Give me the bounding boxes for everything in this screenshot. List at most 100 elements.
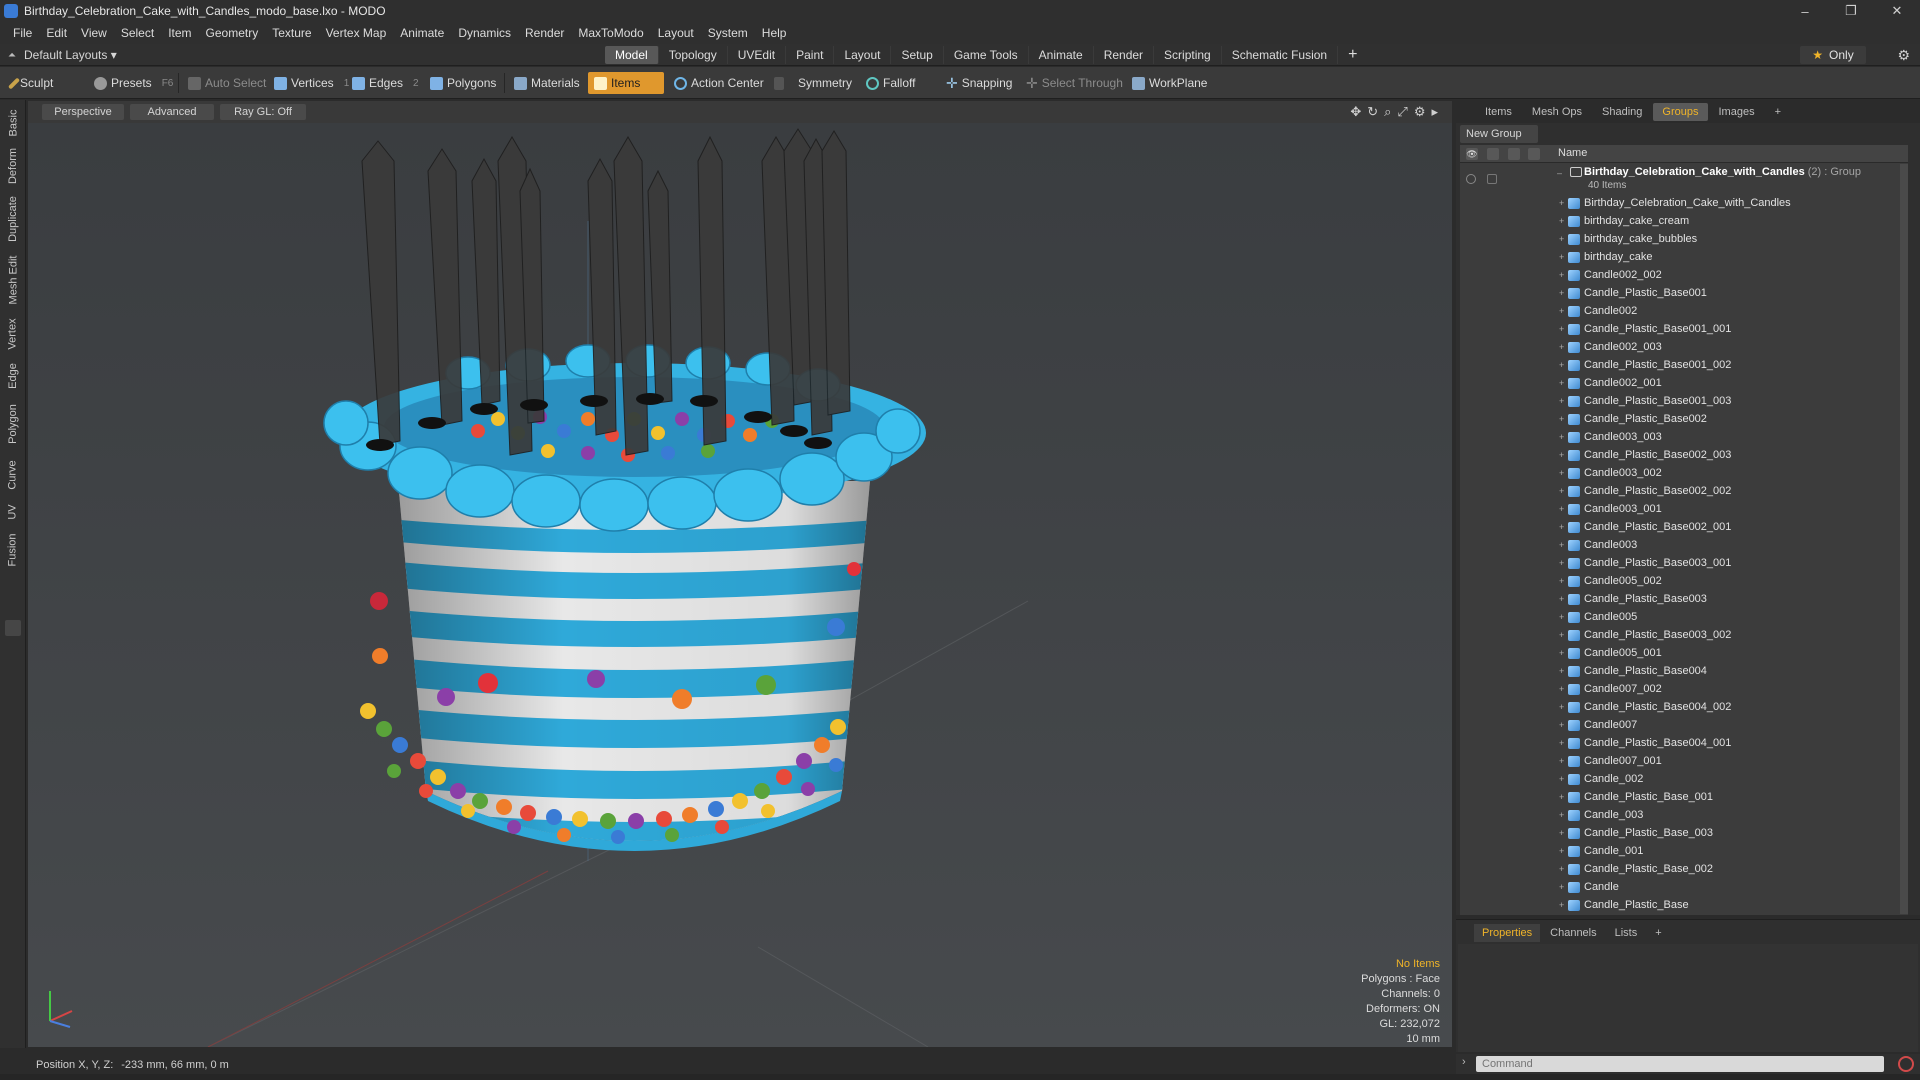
expand-icon[interactable]: +	[1559, 612, 1564, 622]
list-item[interactable]: + birthday_cake	[1460, 248, 1908, 266]
list-item[interactable]: + Candle_Plastic_Base	[1460, 896, 1908, 914]
group-row[interactable]: – Birthday_Celebration_Cake_with_Candles…	[1460, 164, 1908, 194]
expand-icon[interactable]: +	[1559, 774, 1564, 784]
menu-help[interactable]: Help	[755, 26, 794, 40]
tab-groups[interactable]: Groups	[1653, 103, 1708, 121]
3d-viewport[interactable]: Perspective Advanced Ray GL: Off ✥ ↻ ⌕ ⤢…	[28, 101, 1452, 1047]
expand-icon[interactable]: +	[1559, 846, 1564, 856]
list-item[interactable]: + Candle003_003	[1460, 428, 1908, 446]
eye-icon[interactable]	[1466, 174, 1476, 184]
list-item[interactable]: + Candle002_002	[1460, 266, 1908, 284]
menu-render[interactable]: Render	[518, 26, 571, 40]
expand-icon[interactable]: +	[1559, 540, 1564, 550]
menu-edit[interactable]: Edit	[39, 26, 74, 40]
tab-deform[interactable]: Deform	[3, 146, 23, 186]
list-item[interactable]: + birthday_cake_cream	[1460, 212, 1908, 230]
expand-icon[interactable]: +	[1559, 486, 1564, 496]
expand-icon[interactable]: +	[1559, 594, 1564, 604]
tab-schematic-fusion[interactable]: Schematic Fusion	[1222, 46, 1339, 64]
expand-icon[interactable]: +	[1559, 324, 1564, 334]
list-item[interactable]: + Candle003_002	[1460, 464, 1908, 482]
list-item[interactable]: + Candle_Plastic_Base002_002	[1460, 482, 1908, 500]
sculpt-button[interactable]: Sculpt	[6, 72, 59, 94]
auto-select-button[interactable]: Auto Select	[182, 72, 272, 94]
expand-icon[interactable]: +	[1559, 864, 1564, 874]
list-item[interactable]: + Candle_Plastic_Base001_002	[1460, 356, 1908, 374]
menu-item[interactable]: Item	[161, 26, 198, 40]
tab-setup[interactable]: Setup	[891, 46, 944, 64]
menu-file[interactable]: File	[6, 26, 39, 40]
presets-button[interactable]: Presets F6	[88, 72, 179, 94]
expand-icon[interactable]: +	[1559, 576, 1564, 586]
list-item[interactable]: + Candle002_001	[1460, 374, 1908, 392]
lock-icon[interactable]	[1487, 174, 1497, 184]
list-item[interactable]: + Candle_Plastic_Base002_001	[1460, 518, 1908, 536]
close-button[interactable]: ✕	[1874, 0, 1920, 22]
list-item[interactable]: + Candle007_002	[1460, 680, 1908, 698]
menu-geometry[interactable]: Geometry	[199, 26, 266, 40]
expand-icon[interactable]: +	[1559, 756, 1564, 766]
tab-layout[interactable]: Layout	[834, 46, 892, 64]
menu-texture[interactable]: Texture	[265, 26, 318, 40]
list-item[interactable]: + Candle_Plastic_Base001	[1460, 284, 1908, 302]
edges-button[interactable]: Edges 2	[346, 72, 425, 94]
minimize-button[interactable]: –	[1782, 0, 1828, 22]
polygons-button[interactable]: Polygons	[424, 72, 502, 94]
list-item[interactable]: + Candle_Plastic_Base004	[1460, 662, 1908, 680]
tab-render[interactable]: Render	[1094, 46, 1155, 64]
expand-icon[interactable]: +	[1559, 828, 1564, 838]
expand-icon[interactable]: +	[1559, 378, 1564, 388]
materials-button[interactable]: Materials	[508, 72, 586, 94]
tab-vertex[interactable]: Vertex	[3, 314, 23, 354]
tab-fusion[interactable]: Fusion	[3, 530, 23, 570]
new-group-button[interactable]: New Group	[1460, 125, 1538, 143]
list-item[interactable]: + Candle_Plastic_Base001_001	[1460, 320, 1908, 338]
collapse-arrow-icon[interactable]: –	[1557, 168, 1562, 178]
tab-duplicate[interactable]: Duplicate	[3, 192, 23, 246]
tab-channels[interactable]: Channels	[1542, 924, 1604, 942]
tab-mesh-ops[interactable]: Mesh Ops	[1523, 103, 1591, 121]
tab-edge[interactable]: Edge	[3, 360, 23, 392]
list-item[interactable]: + Candle_Plastic_Base003_001	[1460, 554, 1908, 572]
expand-icon[interactable]: +	[1559, 468, 1564, 478]
tab-scripting[interactable]: Scripting	[1154, 46, 1222, 64]
expand-icon[interactable]: +	[1559, 792, 1564, 802]
list-item[interactable]: + Candle_002	[1460, 770, 1908, 788]
tab-properties[interactable]: Properties	[1474, 924, 1541, 942]
menu-view[interactable]: View	[74, 26, 114, 40]
action-center-button[interactable]: Action Center	[668, 72, 770, 94]
expand-icon[interactable]: +	[1559, 684, 1564, 694]
lock-column-icon[interactable]	[1508, 148, 1520, 160]
expand-icon[interactable]: +	[1559, 648, 1564, 658]
tab-polygon[interactable]: Polygon	[3, 398, 23, 450]
only-button[interactable]: ★ Only	[1800, 46, 1866, 64]
tab-animate[interactable]: Animate	[1029, 46, 1094, 64]
command-record-icon[interactable]	[1898, 1056, 1914, 1072]
symmetry-button[interactable]: Symmetry	[768, 72, 858, 94]
items-button[interactable]: Items	[588, 72, 664, 94]
vertices-button[interactable]: Vertices 1	[268, 72, 355, 94]
list-item[interactable]: + birthday_cake_bubbles	[1460, 230, 1908, 248]
menu-animate[interactable]: Animate	[393, 26, 451, 40]
expand-icon[interactable]: +	[1559, 414, 1564, 424]
falloff-button[interactable]: Falloff	[860, 72, 921, 94]
list-item[interactable]: + Candle005_002	[1460, 572, 1908, 590]
select-column-icon[interactable]	[1528, 148, 1540, 160]
tab-mesh-edit[interactable]: Mesh Edit	[3, 252, 23, 308]
expand-icon[interactable]: +	[1559, 252, 1564, 262]
expand-icon[interactable]: +	[1559, 666, 1564, 676]
expand-icon[interactable]: +	[1559, 720, 1564, 730]
tab-images[interactable]: Images	[1710, 103, 1764, 121]
expand-icon[interactable]: +	[1559, 900, 1564, 910]
tab-shading[interactable]: Shading	[1593, 103, 1651, 121]
list-item[interactable]: + Candle_Plastic_Base_001	[1460, 788, 1908, 806]
list-item[interactable]: + Candle003	[1460, 536, 1908, 554]
panel-toggle-button[interactable]	[5, 620, 21, 636]
list-item[interactable]: + Birthday_Celebration_Cake_with_Candles	[1460, 194, 1908, 212]
expand-icon[interactable]: +	[1559, 360, 1564, 370]
expand-icon[interactable]: +	[1559, 288, 1564, 298]
list-item[interactable]: + Candle007	[1460, 716, 1908, 734]
expand-icon[interactable]: +	[1559, 198, 1564, 208]
menu-maxtomodo[interactable]: MaxToModo	[571, 26, 650, 40]
maximize-button[interactable]: ❐	[1828, 0, 1874, 22]
